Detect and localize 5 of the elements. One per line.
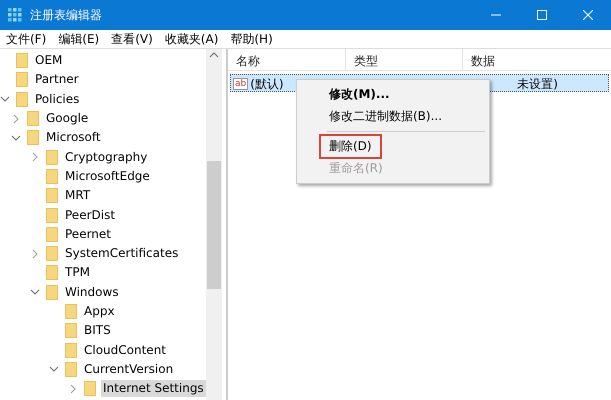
context-menu-item: 重命名(R) (299, 158, 413, 179)
window-title: 注册表编辑器 (30, 7, 103, 24)
string-value-icon: ab (233, 78, 248, 90)
table-cell-text: (默认) (250, 76, 285, 91)
table-cell-text: 未设置) (517, 76, 558, 91)
